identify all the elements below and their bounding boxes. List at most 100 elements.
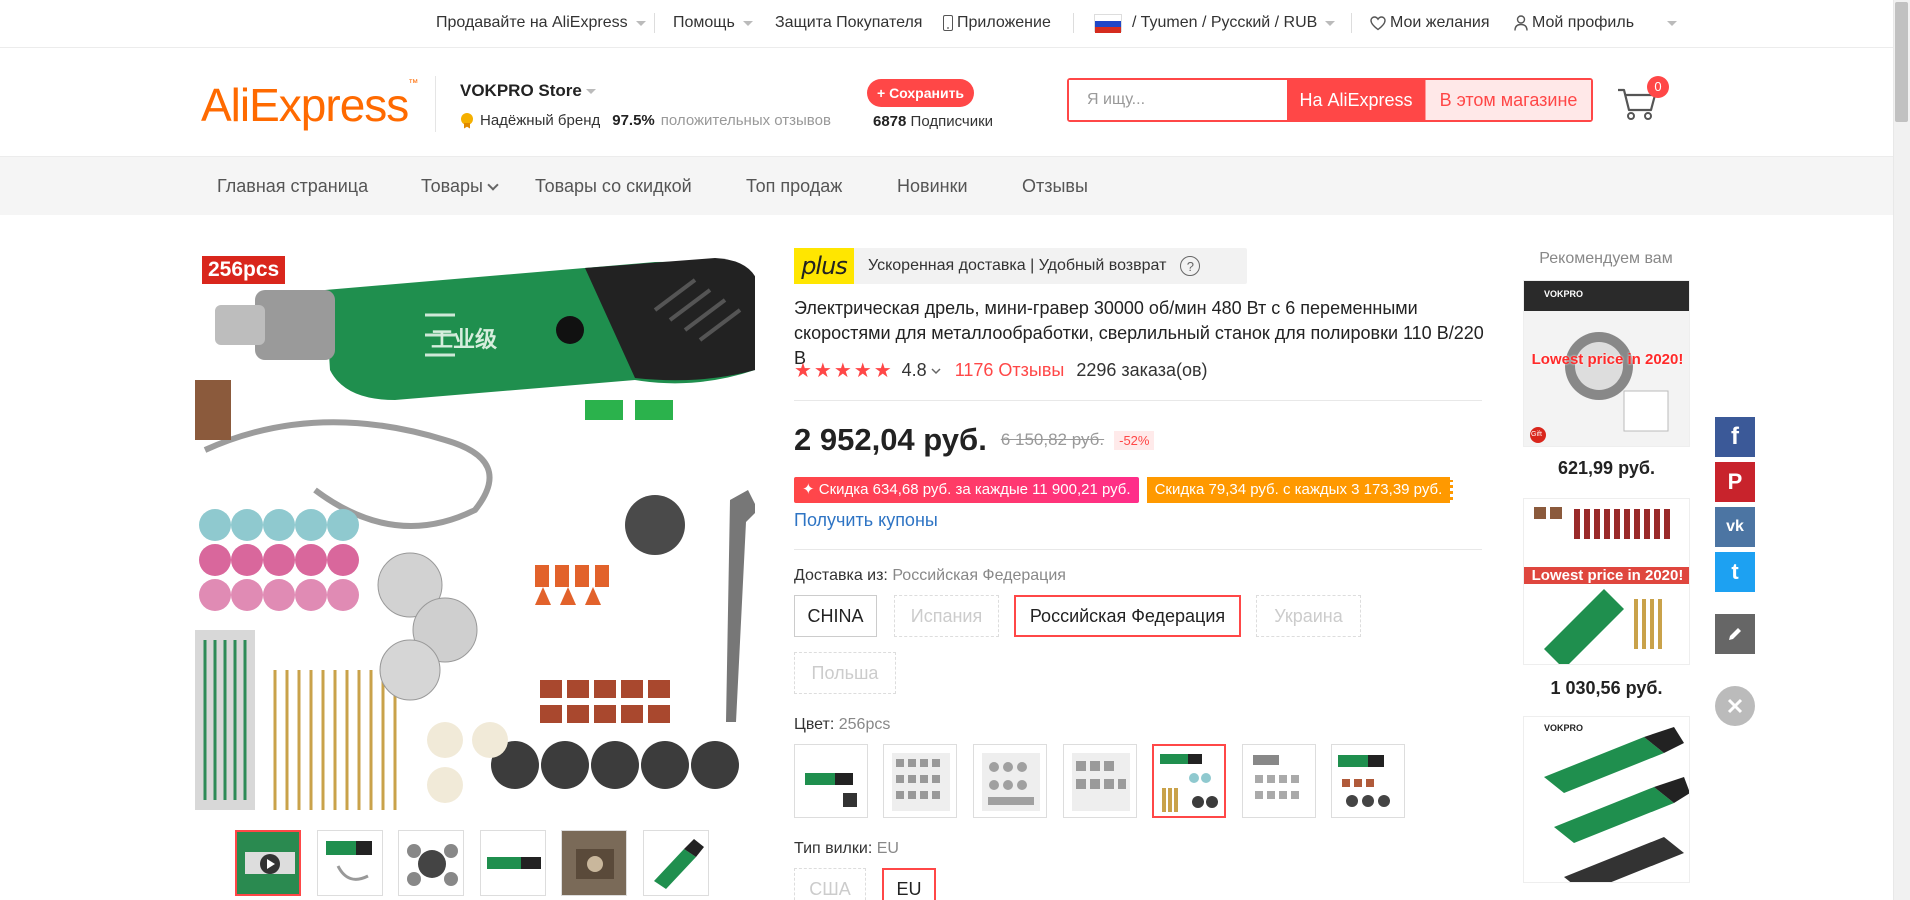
brand-text: VOKPRO — [1544, 289, 1584, 299]
pinterest-share-button[interactable]: P — [1715, 462, 1755, 502]
ship-option-china[interactable]: CHINA — [794, 595, 877, 637]
scrollbar-thumb[interactable] — [1895, 2, 1908, 122]
wishlist-link[interactable]: Мои желания — [1370, 14, 1490, 32]
plug-title: Тип вилки: — [794, 840, 873, 857]
thumb-image-icon — [562, 831, 626, 895]
aliexpress-logo[interactable]: AliExpress™ — [201, 78, 418, 132]
plus-logo: plus — [794, 248, 854, 284]
gallery-thumb[interactable] — [561, 830, 627, 896]
search-store-button[interactable]: В этом магазине — [1425, 80, 1591, 120]
gallery-thumb[interactable] — [235, 830, 301, 896]
get-coupons-link[interactable]: Получить купоны — [794, 510, 938, 531]
color-swatch[interactable] — [1331, 744, 1405, 818]
chevron-down-icon[interactable] — [931, 367, 941, 375]
store-name-link[interactable]: VOKPRO Store — [460, 81, 596, 101]
nav-products-label: Товары — [421, 176, 483, 196]
vk-share-button[interactable]: vk — [1715, 507, 1755, 547]
nav-new[interactable]: Новинки — [897, 176, 968, 197]
sell-on-aliexpress-link[interactable]: Продавайте на AliExpress — [436, 14, 646, 32]
nav-reviews[interactable]: Отзывы — [1022, 176, 1088, 197]
locale-label: / Tyumen / Русский / RUB — [1132, 14, 1318, 31]
thumb-image-icon — [407, 844, 458, 886]
product-image-icon — [1524, 717, 1689, 882]
help-icon[interactable]: ? — [1180, 256, 1201, 276]
ship-option-poland[interactable]: Польша — [794, 652, 896, 694]
twitter-share-button[interactable]: t — [1715, 552, 1755, 592]
chevron-down-icon — [635, 20, 646, 26]
nav-top-sales[interactable]: Топ продаж — [746, 176, 842, 197]
original-price: 6 150,82 руб. — [1000, 430, 1105, 449]
plug-option-eu[interactable]: EU — [882, 868, 936, 900]
twitter-icon: t — [1731, 559, 1739, 584]
divider — [794, 400, 1482, 401]
search-bar: На AliExpress В этом магазине — [1067, 78, 1593, 122]
wishlist-label: Мои желания — [1390, 14, 1490, 31]
reviews-link[interactable]: 1176 Отзывы — [955, 360, 1065, 381]
swatch-image-icon — [805, 773, 857, 807]
divider — [1351, 13, 1352, 33]
subscribers-label: Подписчики — [910, 113, 994, 130]
plug-option-usa[interactable]: США — [794, 868, 866, 900]
top-bar: Продавайте на AliExpress Помощь Защита П… — [0, 0, 1893, 48]
gallery-thumb[interactable] — [398, 830, 464, 896]
nav-discounts[interactable]: Товары со скидкой — [535, 176, 692, 197]
search-input[interactable] — [1069, 80, 1287, 120]
protection-label: Защита Покупателя — [775, 14, 923, 31]
store-rating: Надёжный бренд 97.5% положительных отзыв… — [460, 112, 831, 129]
help-menu[interactable]: Помощь — [673, 14, 753, 32]
buyer-protection-link[interactable]: Защита Покупателя — [775, 14, 922, 32]
swatch-image-icon — [982, 753, 1040, 811]
color-swatch[interactable] — [1063, 744, 1137, 818]
close-share-button[interactable] — [1715, 686, 1755, 726]
heart-icon — [1370, 15, 1386, 30]
recommended-price: 1 030,56 руб. — [1550, 678, 1663, 698]
chevron-down-icon — [1325, 20, 1336, 26]
recommended-product-card[interactable]: VOKPRO — [1523, 716, 1690, 883]
cart-count-badge: 0 — [1647, 76, 1669, 98]
drill-brand-text: 工业级 — [431, 327, 498, 352]
color-label: Цвет: 256pcs — [794, 716, 890, 734]
vk-icon: vk — [1726, 518, 1744, 535]
page-scrollbar[interactable] — [1893, 0, 1910, 900]
plug-type-label: Тип вилки: EU — [794, 840, 899, 858]
facebook-share-button[interactable]: f — [1715, 417, 1755, 457]
video-thumb-icon — [237, 832, 299, 894]
color-value: 256pcs — [838, 716, 891, 733]
subscribers-count: 6878 — [873, 113, 907, 130]
rating-value[interactable]: 4.8 — [902, 360, 927, 381]
swatch-image-icon — [1072, 753, 1130, 811]
recommended-product-card[interactable]: VOKPRO Lowest price in 2020! Gift — [1523, 280, 1690, 447]
gallery-thumb[interactable] — [317, 830, 383, 896]
profile-menu[interactable]: Мой профиль — [1514, 14, 1634, 32]
cutting-disks — [199, 509, 359, 611]
cart-button[interactable]: 0 — [1616, 76, 1669, 122]
recommended-product-card[interactable]: Lowest price in 2020! — [1523, 498, 1690, 665]
gallery-thumb[interactable] — [643, 830, 709, 896]
color-swatch[interactable] — [794, 744, 868, 818]
user-icon — [1514, 15, 1528, 31]
search-aliexpress-button[interactable]: На AliExpress — [1287, 80, 1425, 120]
ship-option-russia[interactable]: Российская Федерация — [1014, 595, 1241, 637]
color-swatch[interactable] — [973, 744, 1047, 818]
nav-products[interactable]: Товары — [421, 176, 499, 197]
chevron-down-icon[interactable] — [1667, 21, 1677, 26]
coupon-discount-tag[interactable]: Скидка 79,34 руб. с каждых 3 173,39 руб. — [1146, 477, 1454, 503]
gallery-thumb[interactable] — [480, 830, 546, 896]
promo-overlay: Lowest price in 2020! — [1524, 567, 1689, 584]
color-swatch-selected[interactable] — [1152, 744, 1226, 818]
nav-home[interactable]: Главная страница — [217, 176, 368, 197]
locale-selector[interactable]: / Tyumen / Русский / RUB — [1094, 14, 1336, 33]
edit-button[interactable] — [1715, 614, 1755, 654]
thumb-image-icon — [326, 841, 372, 881]
ship-option-spain[interactable]: Испания — [894, 595, 999, 637]
main-product-image[interactable]: 256pcs 工业级 — [195, 250, 755, 816]
color-swatch[interactable] — [883, 744, 957, 818]
chevron-down-icon — [585, 88, 596, 94]
color-swatch[interactable] — [1242, 744, 1316, 818]
store-discount-tag[interactable]: ✦ Скидка 634,68 руб. за каждые 11 900,21… — [794, 477, 1139, 503]
promo-row: ✦ Скидка 634,68 руб. за каждые 11 900,21… — [794, 477, 1454, 503]
app-link[interactable]: Приложение — [943, 14, 1051, 32]
follow-store-button[interactable]: + Сохранить — [867, 79, 975, 107]
ship-option-ukraine[interactable]: Украина — [1256, 595, 1361, 637]
plus-text: Ускоренная доставка | Удобный возврат — [868, 257, 1167, 274]
